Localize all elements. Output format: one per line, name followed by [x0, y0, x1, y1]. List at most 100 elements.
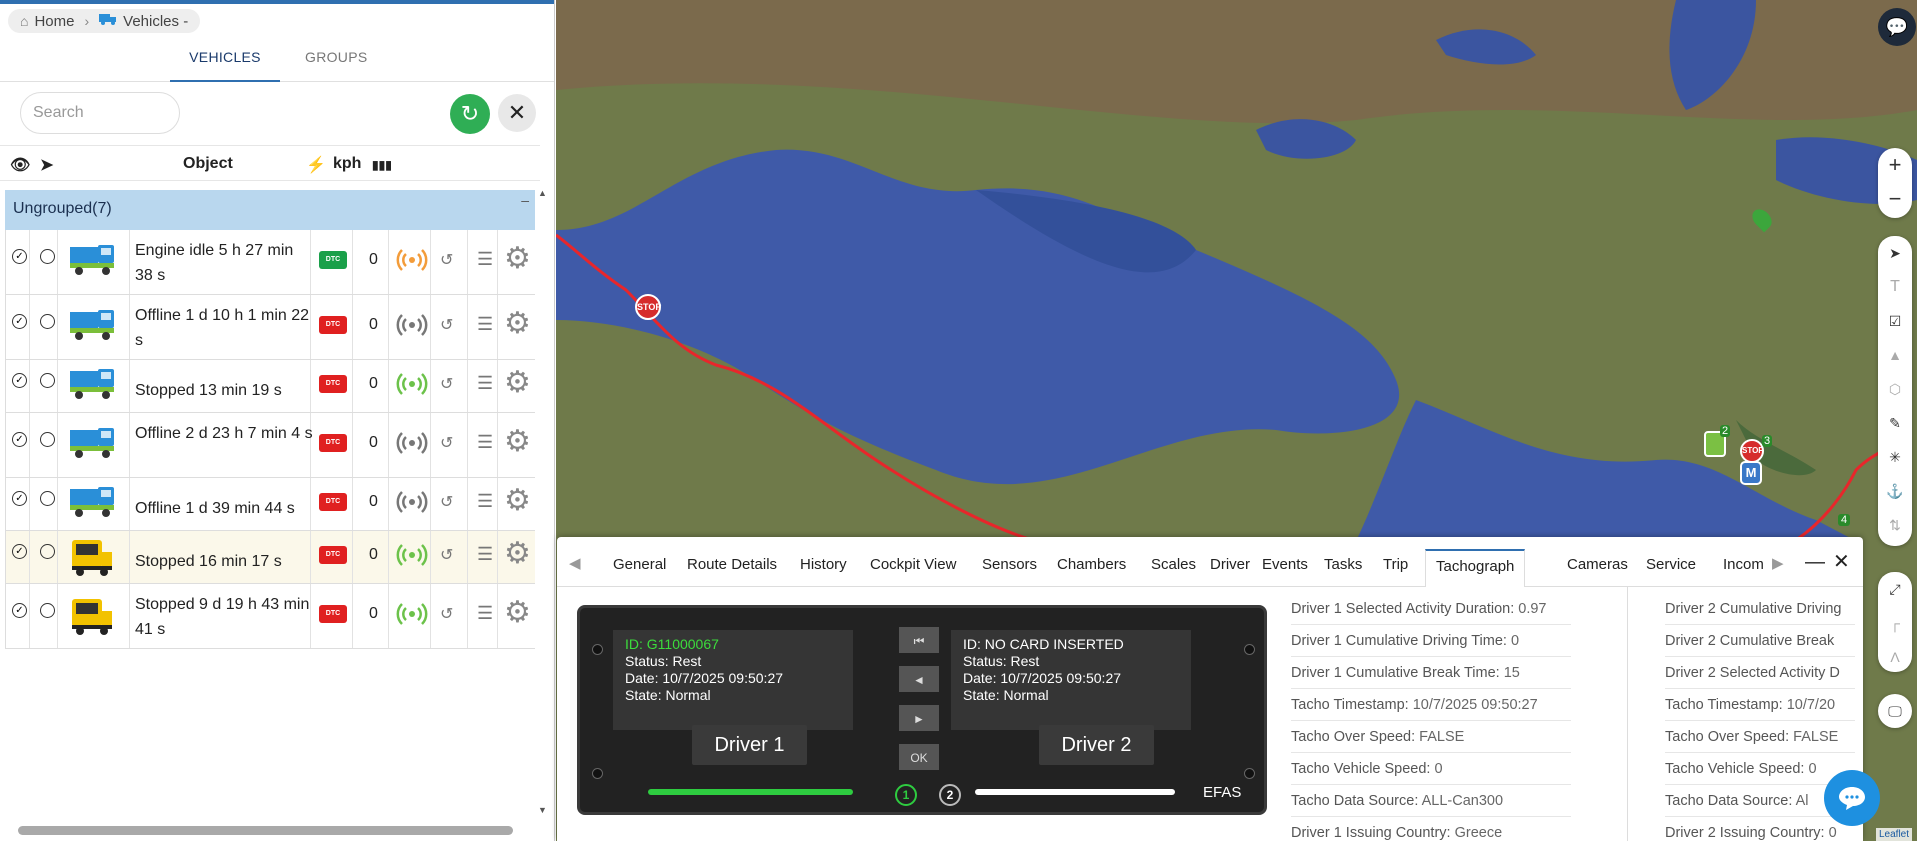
history-icon[interactable]: ↺ [440, 315, 453, 335]
follow-radio[interactable] [40, 372, 55, 388]
collapse-icon[interactable]: – [521, 192, 529, 208]
gear-icon[interactable]: ⚙ [504, 596, 536, 629]
visibility-checkbox[interactable]: ✓ [12, 248, 27, 264]
gear-icon[interactable]: ⚙ [504, 425, 536, 458]
chat-button[interactable] [1824, 770, 1880, 826]
vehicle-row[interactable]: ✓ Offline 1 d 39 min 44 s DTC 0 ↺ ☰ ⚙ [5, 478, 535, 531]
polygon-icon[interactable]: ⬡ [1878, 372, 1912, 406]
menu-icon[interactable]: ☰ [477, 544, 493, 565]
menu-icon[interactable]: ☰ [477, 603, 493, 624]
vehicle-status[interactable]: Offline 2 d 23 h 7 min 4 s [135, 421, 315, 446]
follow-radio[interactable] [40, 543, 55, 559]
tabs-scroll-left-icon[interactable]: ◀ [569, 554, 581, 572]
visibility-checkbox[interactable]: ✓ [12, 431, 27, 447]
tab-events[interactable]: Events [1262, 556, 1308, 573]
history-icon[interactable]: ↺ [440, 545, 453, 565]
clear-button[interactable]: ✕ [498, 94, 536, 132]
history-icon[interactable]: ↺ [440, 250, 453, 270]
menu-icon[interactable]: ☰ [477, 432, 493, 453]
tab-cockpit-view[interactable]: Cockpit View [870, 556, 956, 573]
vehicle-row[interactable]: ✓ Stopped 13 min 19 s DTC 0 ↺ ☰ ⚙ [5, 360, 535, 413]
tabs-scroll-right-icon[interactable]: ▶ [1772, 554, 1784, 572]
gear-icon[interactable]: ⚙ [504, 242, 536, 275]
cluster-icon[interactable]: ✳ [1878, 440, 1912, 474]
vehicle-status[interactable]: Stopped 13 min 19 s [135, 378, 315, 403]
stop-marker-2[interactable]: STOP [1740, 439, 1764, 463]
monitor-button[interactable]: 🖵 [1878, 694, 1912, 728]
layers-icon[interactable]: ⇅ [1878, 508, 1912, 542]
vehicle-row[interactable]: ✓ Stopped 9 d 19 h 43 min 41 s DTC 0 ↺ ☰ ⚙ [5, 584, 535, 649]
follow-radio[interactable] [40, 431, 55, 447]
marker-m[interactable]: M [1740, 461, 1762, 485]
tab-groups[interactable]: GROUPS [305, 50, 367, 82]
driver2-button[interactable]: Driver 2 [1039, 725, 1154, 765]
menu-icon[interactable]: ☰ [477, 491, 493, 512]
tab-tasks[interactable]: Tasks [1324, 556, 1362, 573]
menu-icon[interactable]: ☰ [477, 314, 493, 335]
tab-vehicles[interactable]: VEHICLES [170, 50, 280, 82]
driver1-button[interactable]: Driver 1 [692, 725, 807, 765]
menu-icon[interactable]: ☰ [477, 373, 493, 394]
follow-radio[interactable] [40, 313, 55, 329]
tab-incom[interactable]: Incom [1723, 556, 1764, 573]
gear-icon[interactable]: ⚙ [504, 366, 536, 399]
tab-general[interactable]: General [613, 556, 666, 573]
history-icon[interactable]: ↺ [440, 374, 453, 394]
menu-icon[interactable]: ☰ [477, 249, 493, 270]
visibility-checkbox[interactable]: ✓ [12, 372, 27, 388]
messages-button[interactable]: 💬 [1878, 8, 1916, 46]
north-arrow-icon[interactable]: Λ [1878, 640, 1912, 674]
tacho-prev-button[interactable]: ◄ [898, 665, 940, 693]
refresh-button[interactable]: ↻ [450, 94, 490, 134]
vehicle-row[interactable]: ✓ Stopped 16 min 17 s DTC 0 ↺ ☰ ⚙ [5, 531, 535, 584]
search-input[interactable]: Search [20, 92, 180, 134]
history-icon[interactable]: ↺ [440, 604, 453, 624]
signal-strength-icon[interactable]: ▮▮▮ [372, 158, 392, 172]
vehicle-status[interactable]: Offline 1 d 39 min 44 s [135, 496, 315, 521]
tab-cameras[interactable]: Cameras [1567, 556, 1628, 573]
tacho-next-button[interactable]: ► [898, 704, 940, 732]
navigate-icon[interactable]: ➤ [1878, 236, 1912, 270]
close-panel-icon[interactable]: ✕ [1833, 549, 1850, 574]
tab-chambers[interactable]: Chambers [1057, 556, 1126, 573]
vehicle-row[interactable]: ✓ Offline 1 d 10 h 1 min 22 s DTC 0 ↺ ☰ ⚙ [5, 295, 535, 360]
follow-radio[interactable] [40, 248, 55, 264]
visibility-eye-icon[interactable]: 👁 [10, 155, 30, 175]
tab-sensors[interactable]: Sensors [982, 556, 1037, 573]
visibility-checkbox[interactable]: ✓ [12, 602, 27, 618]
follow-radio[interactable] [40, 602, 55, 618]
marker-4[interactable]: 4 [1838, 514, 1851, 526]
vehicle-row[interactable]: ✓ Engine idle 5 h 27 min 38 s DTC 0 ↺ ☰ ⚙ [5, 230, 535, 295]
gear-icon[interactable]: ⚙ [504, 537, 536, 570]
breadcrumb-home[interactable]: Home [34, 13, 74, 30]
vehicle-status[interactable]: Offline 1 d 10 h 1 min 22 s [135, 303, 315, 353]
tab-trip[interactable]: Trip [1383, 556, 1408, 573]
tab-tachograph[interactable]: Tachograph [1425, 549, 1526, 587]
text-tool-icon[interactable]: T [1878, 270, 1912, 304]
tab-driver[interactable]: Driver [1210, 556, 1250, 573]
zoom-in-button[interactable]: + [1878, 148, 1912, 182]
minimize-icon[interactable]: — [1805, 551, 1825, 574]
road-icon[interactable]: ▲ [1878, 338, 1912, 372]
fullscreen-icon[interactable]: ⤢ [1878, 572, 1912, 606]
draw-icon[interactable]: ✎ [1878, 406, 1912, 440]
tacho-first-button[interactable]: ⏮ [898, 626, 940, 654]
shield-check-icon[interactable]: ☑ [1878, 304, 1912, 338]
anchor-icon[interactable]: ⚓ [1878, 474, 1912, 508]
tab-history[interactable]: History [800, 556, 847, 573]
horizontal-scrollbar[interactable] [18, 826, 513, 835]
vehicle-status[interactable]: Engine idle 5 h 27 min 38 s [135, 238, 315, 288]
visibility-checkbox[interactable]: ✓ [12, 313, 27, 329]
history-icon[interactable]: ↺ [440, 433, 453, 453]
zoom-out-button[interactable]: − [1878, 182, 1912, 216]
map-attribution[interactable]: Leaflet [1876, 828, 1913, 841]
vehicle-row[interactable]: ✓ Offline 2 d 23 h 7 min 4 s DTC 0 ↺ ☰ ⚙ [5, 413, 535, 478]
visibility-checkbox[interactable]: ✓ [12, 490, 27, 506]
group-header[interactable]: Ungrouped(7) – [5, 190, 535, 230]
vehicle-marker-cluster[interactable]: STOP M 2 3 [1704, 425, 1773, 485]
home-icon[interactable]: ⌂ [20, 13, 28, 29]
stop-marker[interactable]: STOP [635, 294, 661, 320]
navigate-arrow-icon[interactable]: ➤ [40, 155, 53, 175]
vehicle-status[interactable]: Stopped 16 min 17 s [135, 549, 315, 574]
vehicle-status[interactable]: Stopped 9 d 19 h 43 min 41 s [135, 592, 315, 642]
